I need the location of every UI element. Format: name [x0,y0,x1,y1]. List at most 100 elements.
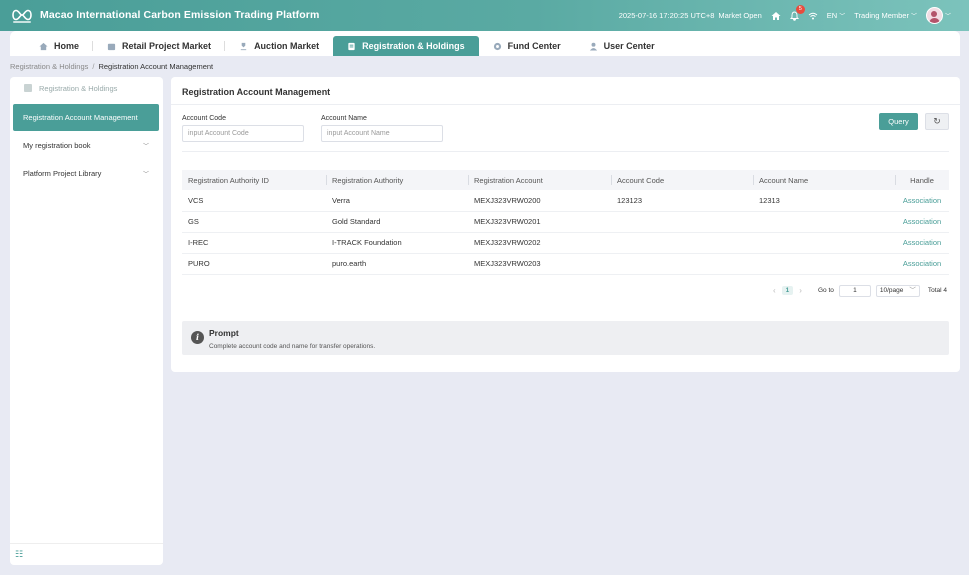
association-link[interactable]: Association [895,211,949,233]
chevron-down-icon: ﹀ [944,14,951,20]
sidebar-item-platform-project-library[interactable]: Platform Project Library ﹀ [10,159,163,187]
table-cell [753,253,895,275]
prompt-text: Complete account code and name for trans… [209,343,376,350]
home-icon [39,42,48,50]
tab-retail-project-market[interactable]: Retail Project Market [93,36,226,56]
chevron-down-icon: ﹀ [142,171,149,178]
table-cell [753,232,895,254]
prev-page-icon[interactable]: ‹ [773,286,776,295]
tab-registration-holdings[interactable]: Registration & Holdings [333,36,479,56]
divider [182,151,949,152]
top-header: Macao International Carbon Emission Trad… [0,0,969,31]
info-icon: i [191,331,204,344]
platform-logo-icon[interactable] [10,7,34,24]
divider [171,104,960,105]
association-link[interactable]: Association [895,232,949,254]
chevron-down-icon: ﹀ [839,14,846,20]
goto-page-input[interactable]: 1 [838,284,871,297]
account-name-input[interactable]: input Account Name [321,125,443,142]
table-row: VCS Verra MEXJ323VRW0200 123123 12313 As… [182,190,949,212]
column-header: Handle [895,170,949,190]
refresh-icon: ↻ [933,116,941,126]
query-button[interactable]: Query [879,113,918,130]
tab-label: Retail Project Market [122,41,212,51]
chevron-down-icon: ﹀ [910,14,917,20]
association-link[interactable]: Association [895,190,949,212]
tab-label: Home [54,41,80,51]
registry-icon [348,42,355,50]
reset-button[interactable]: ↻ [925,113,949,130]
next-page-icon[interactable]: › [799,286,802,295]
table-cell [753,211,895,233]
sidebar: Registration & Holdings Registration Acc… [10,77,163,565]
tab-home[interactable]: Home [25,36,94,56]
total-count: Total 4 [927,287,948,294]
column-header: Account Name [753,170,895,190]
sidebar-section-header: Registration & Holdings [10,77,163,99]
association-link[interactable]: Association [895,253,949,275]
goto-label: Go to [817,287,834,294]
breadcrumb-current: Registration Account Management [98,62,214,71]
page-title: Registration Account Management [182,87,331,97]
tab-user-center[interactable]: User Center [575,36,669,56]
table-cell [611,211,753,233]
market-status: Market Open [718,11,762,20]
wifi-icon[interactable] [808,12,818,20]
table-cell: MEXJ323VRW0203 [468,253,611,275]
user-role-menu[interactable]: Trading Member ﹀ [854,11,917,20]
sidebar-item-my-registration-book[interactable]: My registration book ﹀ [10,131,163,159]
table-cell [611,232,753,254]
table-cell: MEXJ323VRW0200 [468,190,611,212]
datetime-display: 2025-07-16 17:20:25 UTC+8 [618,11,715,20]
account-code-label: Account Code [182,115,226,122]
chevron-down-icon: ﹀ [909,286,916,294]
tab-label: User Center [603,41,655,51]
notification-bell[interactable]: 5 [789,4,805,21]
page-size-label: 10/page [879,286,904,294]
breadcrumb-parent[interactable]: Registration & Holdings [10,62,88,71]
tab-label: Registration & Holdings [362,41,465,51]
table-cell: 12313 [753,190,895,212]
account-code-input[interactable]: input Account Code [182,125,304,142]
table-cell: Gold Standard [326,211,468,233]
tab-auction-market[interactable]: Auction Market [225,36,333,56]
gavel-icon [240,42,247,50]
user-menu[interactable]: ﹀ [925,7,951,24]
tab-label: Auction Market [254,41,320,51]
table-cell: GS [182,211,326,233]
language-select[interactable]: EN ﹀ [827,11,845,20]
main-nav-tabs: Home Retail Project Market Auction Marke… [10,31,960,56]
table-cell: PURO [182,253,326,275]
breadcrumb: Registration & Holdings / Registration Acc… [10,62,213,71]
page-size-select[interactable]: 10/page ﹀ [875,284,920,297]
table-cell: 123123 [611,190,753,212]
sidebar-section-label: Registration & Holdings [39,83,118,93]
table-cell: puro.earth [326,253,468,275]
home-icon[interactable] [771,11,781,21]
tab-fund-center[interactable]: Fund Center [479,36,575,56]
column-header: Registration Authority [326,170,468,190]
column-header: Registration Authority ID [182,170,326,190]
sidebar-footer: ☷ [10,543,163,565]
avatar [925,7,943,24]
user-role-label: Trading Member [854,11,909,20]
registration-accounts-table: Registration Authority ID Registration A… [182,170,949,275]
sidebar-item-label: Registration Account Management [23,113,138,122]
table-cell: I-TRACK Foundation [326,232,468,254]
main-panel: Registration Account Management Account … [171,77,960,372]
page-number[interactable]: 1 [781,286,794,295]
language-label: EN [826,11,838,20]
registry-icon [24,84,32,92]
breadcrumb-separator: / [92,62,95,71]
table-cell [611,253,753,275]
table-row: PURO puro.earth MEXJ323VRW0203 Associati… [182,253,949,275]
sidebar-item-label: My registration book [23,140,91,150]
column-header: Registration Account [468,170,611,190]
table-cell: MEXJ323VRW0202 [468,232,611,254]
store-icon [107,43,116,50]
collapse-sidebar-icon[interactable]: ☷ [15,549,23,560]
table-row: GS Gold Standard MEXJ323VRW0201 Associat… [182,211,949,233]
sidebar-item-registration-account-management[interactable]: Registration Account Management [13,104,159,131]
table-cell: Verra [326,190,468,212]
user-icon [589,42,597,51]
